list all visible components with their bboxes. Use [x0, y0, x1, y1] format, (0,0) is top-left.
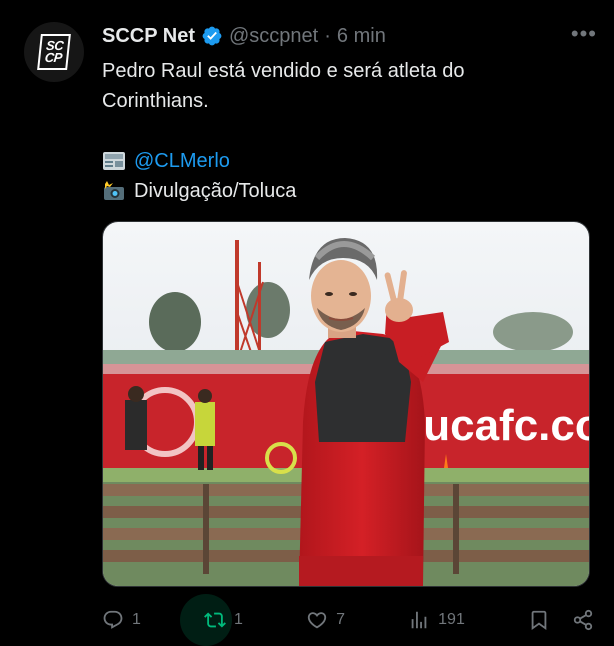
like-icon	[307, 612, 327, 629]
tweet-text-line: Corinthians.	[102, 90, 209, 112]
bookmark-icon[interactable]	[528, 609, 550, 631]
reply-button[interactable]: 1	[102, 600, 141, 640]
like-button[interactable]: 7	[306, 600, 345, 640]
banner-text: lucafc.com	[411, 401, 589, 450]
author-name[interactable]: SCCP Net	[102, 25, 195, 48]
credit-line-source: @CLMerlo	[102, 146, 592, 176]
extra-actions	[528, 600, 594, 640]
author-handle[interactable]: @sccpnet	[229, 25, 318, 48]
tweet[interactable]: SC CP SCCP Net @sccpnet · 6 min ••• Pedr…	[0, 0, 614, 646]
share-icon[interactable]	[572, 609, 594, 631]
camera-flash-icon	[102, 180, 126, 202]
mention-link[interactable]: @CLMerlo	[134, 146, 230, 176]
tweet-header: SCCP Net @sccpnet · 6 min •••	[102, 22, 597, 50]
tweet-text: Pedro Raul está vendido e será atleta do…	[102, 56, 592, 206]
newspaper-icon	[102, 150, 126, 172]
tweet-time[interactable]: 6 min	[337, 25, 386, 48]
views-icon	[411, 611, 427, 629]
retweet-count: 1	[234, 611, 243, 628]
avatar-logo: SC CP	[37, 34, 71, 70]
separator-dot: ·	[324, 24, 331, 47]
tweet-photo[interactable]: lucafc.com	[102, 221, 590, 587]
retweet-button[interactable]: 1	[180, 594, 243, 646]
credit-line-photo: Divulgação/Toluca	[102, 176, 592, 206]
more-icon[interactable]: •••	[571, 22, 597, 46]
reply-count: 1	[132, 611, 141, 628]
retweet-icon	[204, 612, 226, 628]
reply-icon	[103, 610, 123, 629]
views-button[interactable]: 191	[408, 600, 465, 640]
photo-illustration: lucafc.com	[103, 222, 589, 586]
avatar[interactable]: SC CP	[24, 22, 84, 82]
action-bar: 1 1 7 191	[102, 594, 594, 646]
photo-credit: Divulgação/Toluca	[134, 180, 297, 202]
views-count: 191	[438, 611, 465, 628]
tweet-text-line: Pedro Raul está vendido e será atleta do	[102, 60, 465, 82]
like-count: 7	[336, 611, 345, 628]
verified-icon	[202, 26, 222, 46]
